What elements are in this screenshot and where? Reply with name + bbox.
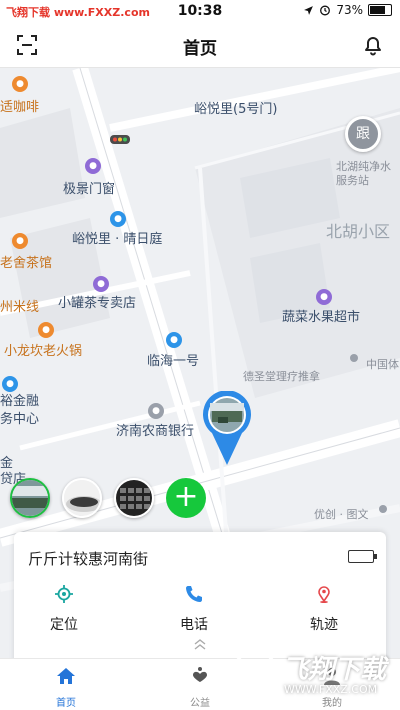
location-arrow-icon	[304, 5, 314, 15]
locate-icon	[55, 585, 73, 603]
watermark-title: 飞翔下载	[282, 655, 387, 685]
poi-label[interactable]: 济南农商银行	[116, 420, 194, 439]
poi-label[interactable]: 峪悦里(5号门)	[194, 98, 277, 117]
device-avatar[interactable]	[62, 478, 102, 518]
phone-label: 电话	[180, 617, 208, 633]
track-label: 轨迹	[310, 617, 338, 633]
device-thumbnails: +	[10, 478, 206, 518]
battery-level	[370, 6, 385, 14]
poi-label[interactable]: 蔬菜水果超市	[282, 306, 360, 325]
tab-label: 公益	[190, 698, 210, 709]
poi-label[interactable]: 北湖纯净水服务站	[336, 160, 396, 188]
poi-label[interactable]: 峪悦里 · 晴日庭	[72, 228, 162, 247]
device-location-marker[interactable]	[200, 391, 254, 467]
poi-label[interactable]: 临海一号	[147, 350, 199, 369]
home-icon	[57, 668, 75, 684]
poi-label[interactable]: 极景门窗	[63, 178, 115, 197]
poi-pin-icon[interactable]: ●	[316, 289, 332, 305]
bell-icon[interactable]	[360, 32, 386, 58]
track-pin-icon	[318, 586, 330, 603]
locate-label: 定位	[50, 617, 78, 633]
battery-percent: 73%	[336, 3, 363, 17]
device-battery-icon	[348, 550, 377, 563]
nav-bar: 首页	[0, 22, 400, 68]
status-right: 73%	[303, 3, 392, 17]
watermark-url: WWW.FXXZ.COM	[284, 683, 378, 696]
tab-charity[interactable]: 公益	[160, 665, 240, 709]
poi-pin-icon[interactable]: ●	[12, 76, 28, 92]
poi-label[interactable]: 德圣堂理疗推拿	[243, 368, 320, 384]
phone-icon	[186, 586, 202, 602]
battery-icon	[368, 4, 392, 16]
poi-pin-icon[interactable]: ●	[38, 322, 54, 338]
poi-pin-icon[interactable]: ●	[93, 276, 109, 292]
watermark-logo	[232, 649, 278, 695]
tab-label: 首页	[56, 698, 76, 709]
watermark-overlay: 飞翔下载 WWW.FXXZ.COM	[232, 645, 392, 705]
poi-label[interactable]: 中国体	[366, 356, 399, 372]
locate-button[interactable]: 定位	[24, 584, 104, 634]
poi-label[interactable]: 务中心	[0, 408, 39, 427]
poi-label[interactable]: 适咖啡	[0, 96, 39, 115]
poi-pin-icon[interactable]: ●	[110, 211, 126, 227]
poi-label[interactable]: 优创 · 图文	[314, 506, 369, 522]
poi-label[interactable]: 州米线	[0, 296, 39, 315]
poi-label[interactable]: 小罐茶专卖店	[58, 292, 136, 311]
tab-home[interactable]: 首页	[26, 665, 106, 709]
poi-pin-icon[interactable]: ●	[148, 403, 164, 419]
follow-button[interactable]: 跟	[345, 116, 381, 152]
poi-pin-icon[interactable]: ●	[12, 233, 28, 249]
poi-label[interactable]: 小龙坎老火锅	[4, 340, 82, 359]
phone-button[interactable]: 电话	[154, 584, 234, 634]
poi-label[interactable]: 北胡小区	[326, 218, 390, 242]
device-avatar[interactable]	[114, 478, 154, 518]
poi-pin-icon[interactable]: ●	[166, 332, 182, 348]
charity-heart-icon	[193, 667, 207, 682]
status-bar: 飞翔下载 www.FXXZ.com 10:38 73%	[0, 0, 400, 22]
poi-dot-icon	[379, 505, 387, 513]
poi-label[interactable]: 裕金融	[0, 390, 39, 409]
poi-label[interactable]: 老舍茶馆	[0, 252, 52, 271]
track-button[interactable]: 轨迹	[284, 584, 364, 634]
chevron-up-icon[interactable]	[192, 636, 208, 652]
alarm-clock-icon	[320, 5, 331, 16]
page-title: 首页	[183, 39, 217, 59]
device-avatar[interactable]	[10, 478, 50, 518]
device-address: 斤斤计较惠河南街	[28, 550, 149, 568]
add-device-button[interactable]: +	[166, 478, 206, 518]
poi-pin-icon[interactable]: ●	[85, 158, 101, 174]
poi-dot-icon	[350, 354, 358, 362]
